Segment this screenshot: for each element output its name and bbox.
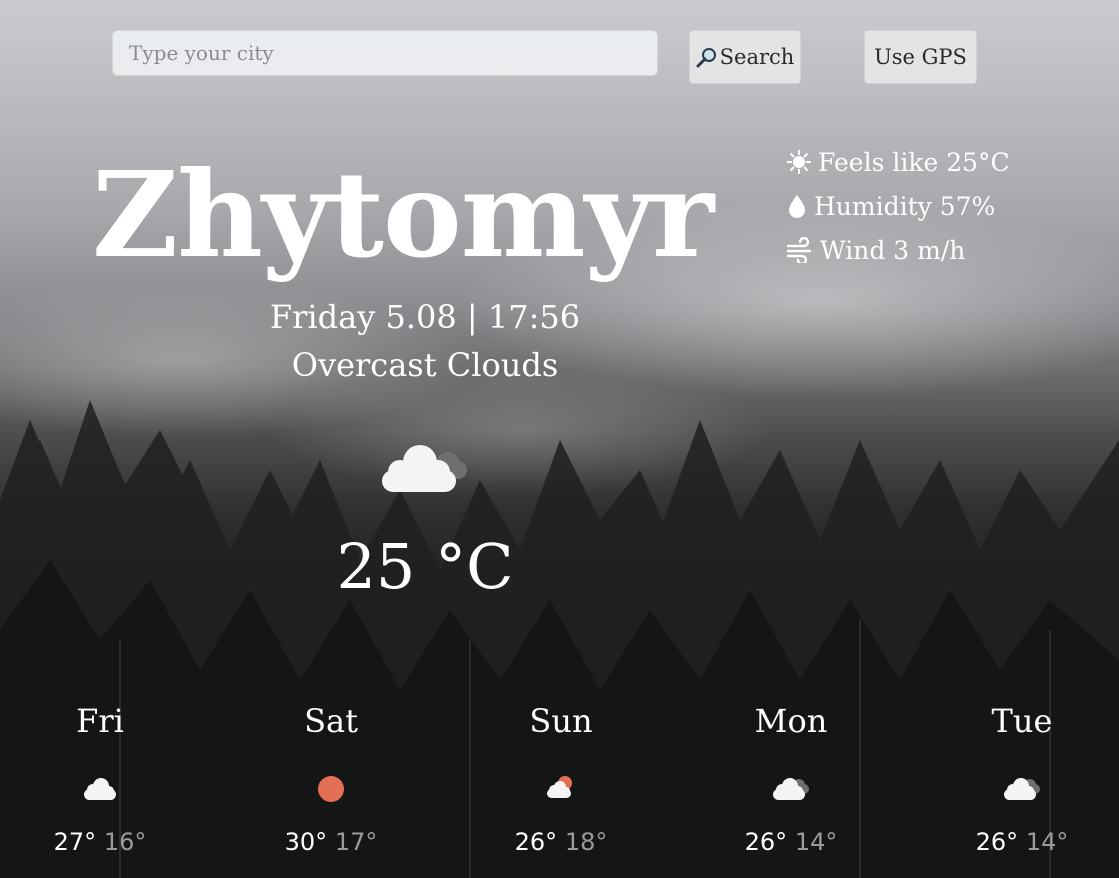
overcast-cloud-icon — [773, 778, 809, 800]
water-drop-icon — [789, 195, 805, 218]
forecast-day-name: Fri — [76, 702, 124, 740]
forecast-day: Tue 26° 14° — [937, 700, 1107, 856]
forecast-high: 26° — [975, 828, 1019, 856]
forecast-day: Mon 26° 14° — [706, 700, 876, 856]
feels-like-row: Feels like 25°C — [786, 140, 1010, 184]
forecast-temperatures: 26° 18° — [476, 828, 646, 856]
use-gps-button[interactable]: Use GPS — [864, 30, 977, 84]
current-temperature: 25 °C — [336, 530, 514, 603]
use-gps-button-label: Use GPS — [874, 45, 967, 69]
wind-icon — [786, 237, 812, 263]
city-search-input[interactable] — [112, 30, 658, 76]
forecast-high: 27° — [53, 828, 97, 856]
forecast-temperatures: 26° 14° — [937, 828, 1107, 856]
humidity-row: Humidity 57% — [786, 184, 1010, 228]
current-datetime: Friday 5.08 | 17:56 — [269, 298, 581, 336]
forecast-day: Fri 27° 16° — [15, 700, 185, 856]
forecast-low: 18° — [564, 828, 608, 856]
humidity-text: Humidity 57% — [814, 191, 996, 221]
forecast-day-name: Tue — [991, 702, 1053, 740]
forecast-day-name: Sun — [529, 702, 593, 740]
magnifying-glass-icon — [696, 48, 716, 68]
wind-row: Wind 3 m/h — [786, 228, 1010, 272]
sun-outline-icon — [787, 150, 811, 174]
forecast-high: 30° — [284, 828, 328, 856]
forecast-temperatures: 27° 16° — [15, 828, 185, 856]
forecast-high: 26° — [744, 828, 788, 856]
search-button[interactable]: Search — [689, 30, 801, 84]
forecast-temperatures: 26° 14° — [706, 828, 876, 856]
cloud-icon — [84, 778, 116, 800]
forecast-day: Sun 26° 18° — [476, 700, 646, 856]
overcast-cloud-icon — [1004, 778, 1040, 800]
feels-like-text: Feels like 25°C — [818, 147, 1010, 177]
wind-text: Wind 3 m/h — [820, 235, 966, 265]
forecast-low: 14° — [794, 828, 838, 856]
search-button-label: Search — [719, 45, 795, 69]
forecast-temperatures: 30° 17° — [246, 828, 416, 856]
city-name: Zhytomyr — [92, 145, 714, 284]
forecast-high: 26° — [514, 828, 558, 856]
weather-condition: Overcast Clouds — [291, 346, 559, 384]
overcast-cloud-icon — [382, 445, 467, 492]
sun-icon — [318, 776, 344, 802]
forecast-low: 16° — [103, 828, 147, 856]
weather-details: Feels like 25°C Humidity 57% Wind 3 m/h — [786, 140, 1010, 272]
forecast-low: 17° — [334, 828, 378, 856]
partly-cloudy-icon — [547, 776, 572, 798]
forecast-day-name: Mon — [754, 702, 828, 740]
forecast-day-name: Sat — [304, 702, 358, 740]
forecast-low: 14° — [1025, 828, 1069, 856]
forecast-day: Sat 30° 17° — [246, 700, 416, 856]
